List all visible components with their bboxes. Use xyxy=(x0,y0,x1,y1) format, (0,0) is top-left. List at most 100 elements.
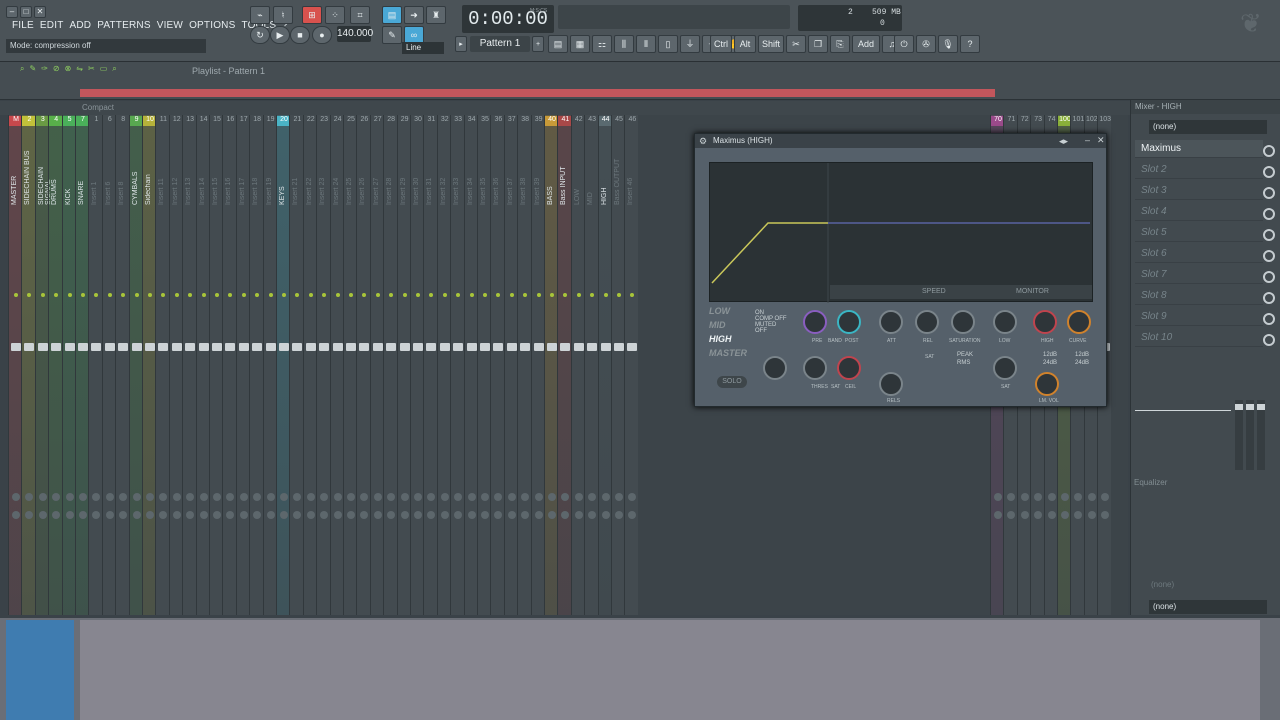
track-pan-knob[interactable] xyxy=(1061,511,1069,519)
track-enable-led[interactable] xyxy=(14,293,18,297)
track-pan-knob[interactable] xyxy=(574,493,583,501)
track-pan-knob[interactable] xyxy=(333,493,342,501)
playlist-icon[interactable]: ▤ xyxy=(548,35,568,53)
microphone-icon[interactable]: 🎙 xyxy=(938,35,958,53)
track-pan-knob[interactable] xyxy=(146,493,154,501)
track-pan-knob[interactable] xyxy=(1087,493,1096,501)
mixer-track[interactable]: 33 Insert 33 xyxy=(450,115,465,615)
draw-tool-icon[interactable]: ✎ xyxy=(382,26,402,44)
track-enable-led[interactable] xyxy=(375,293,380,297)
track-enable-led[interactable] xyxy=(148,293,152,297)
attack-knob[interactable] xyxy=(879,310,903,334)
track-volume-fader[interactable] xyxy=(91,343,102,351)
mixer-track[interactable]: 19 Insert 19 xyxy=(262,115,277,615)
track-enable-led[interactable] xyxy=(389,293,394,297)
track-enable-led[interactable] xyxy=(416,293,420,297)
track-pan-knob[interactable] xyxy=(1007,493,1016,501)
band-low[interactable]: LOW xyxy=(709,306,749,320)
speed-label[interactable]: SPEED xyxy=(922,288,946,295)
slot-5-mix-knob[interactable] xyxy=(1263,229,1275,241)
track-volume-fader[interactable] xyxy=(64,343,75,351)
track-volume-fader[interactable] xyxy=(426,343,437,351)
track-pan-knob[interactable] xyxy=(280,511,288,519)
mixer-track[interactable]: 45 Bass OUTPUT xyxy=(611,115,625,615)
track-volume-fader[interactable] xyxy=(560,343,571,351)
pattern-song-icon[interactable]: ⌁ xyxy=(250,6,270,24)
input-selector[interactable]: (none) xyxy=(1149,120,1267,134)
track-pan-knob[interactable] xyxy=(52,511,61,519)
high-knob[interactable] xyxy=(1033,310,1057,334)
track-pan-knob[interactable] xyxy=(199,511,208,519)
track-pan-knob[interactable] xyxy=(467,493,476,501)
mixer-track[interactable]: 2 SIDECHAIN BUS xyxy=(21,115,37,615)
track-pan-knob[interactable] xyxy=(601,493,610,501)
send-fader-a[interactable] xyxy=(1235,400,1243,470)
mixer-track[interactable]: 16 Insert 16 xyxy=(222,115,237,615)
mixer-track[interactable]: 25 Insert 25 xyxy=(343,115,357,615)
track-pan-knob[interactable] xyxy=(400,493,409,501)
track-pan-knob[interactable] xyxy=(467,511,476,519)
track-pan-knob[interactable] xyxy=(320,511,329,519)
track-volume-fader[interactable] xyxy=(533,343,544,351)
track-pan-knob[interactable] xyxy=(454,511,463,519)
paste-icon[interactable]: ⎘ xyxy=(830,35,850,53)
mixer-track[interactable]: 36 Insert 36 xyxy=(490,115,505,615)
track-enable-led[interactable] xyxy=(241,293,246,297)
track-pan-knob[interactable] xyxy=(1034,493,1043,501)
mixer-track[interactable]: 30 Insert 30 xyxy=(410,115,424,615)
track-enable-led[interactable] xyxy=(617,293,621,297)
track-pan-knob[interactable] xyxy=(253,511,262,519)
slot-5[interactable]: Slot 5 xyxy=(1135,224,1275,242)
track-pan-knob[interactable] xyxy=(293,493,302,501)
track-pan-knob[interactable] xyxy=(521,511,530,519)
low-knob[interactable] xyxy=(993,310,1017,334)
track-pan-knob[interactable] xyxy=(628,493,637,501)
track-enable-led[interactable] xyxy=(362,293,367,297)
track-grid[interactable] xyxy=(80,620,1260,720)
slot-3[interactable]: Slot 3 xyxy=(1135,182,1275,200)
track-pan-knob[interactable] xyxy=(79,511,87,519)
track-pan-knob[interactable] xyxy=(213,493,221,501)
slot-1[interactable]: Maximus xyxy=(1135,140,1275,158)
mixer-track[interactable]: 6 Insert 6 xyxy=(101,115,116,615)
track-pan-knob[interactable] xyxy=(65,493,74,501)
mixer-track[interactable]: 40 BASS xyxy=(544,115,559,615)
track-pan-knob[interactable] xyxy=(65,511,74,519)
track-enable-led[interactable] xyxy=(429,293,434,297)
slot-3-mix-knob[interactable] xyxy=(1263,187,1275,199)
mixer-track[interactable]: 27 Insert 27 xyxy=(369,115,384,615)
track-pan-knob[interactable] xyxy=(400,511,409,519)
curve-knob[interactable] xyxy=(1067,310,1091,334)
track-volume-fader[interactable] xyxy=(238,343,249,351)
track-volume-fader[interactable] xyxy=(399,343,410,351)
menu-file[interactable]: FILE xyxy=(12,20,34,36)
track-enable-led[interactable] xyxy=(94,293,99,297)
mixer-track[interactable]: 32 Insert 32 xyxy=(436,115,451,615)
mixer-track[interactable]: 3SIDECHAIN SIGNAL xyxy=(34,115,52,615)
track-pan-knob[interactable] xyxy=(548,493,556,501)
mixer-track[interactable]: 10 Sidechain xyxy=(142,115,157,615)
track-volume-fader[interactable] xyxy=(614,343,624,351)
slot-1-mix-knob[interactable] xyxy=(1263,145,1275,157)
mixer-track[interactable]: 9 CYMBALS xyxy=(128,115,144,615)
playlist-slice-icon[interactable]: ✂ xyxy=(88,64,95,74)
track-enable-led[interactable] xyxy=(174,293,179,297)
track-pan-knob[interactable] xyxy=(440,493,449,501)
track-volume-fader[interactable] xyxy=(265,343,276,351)
playlist-slip-icon[interactable]: ⇋ xyxy=(76,64,83,74)
playlist-snap-icon[interactable]: ⌕ xyxy=(20,64,24,74)
record-icon[interactable]: ● xyxy=(312,26,332,44)
track-pan-knob[interactable] xyxy=(266,493,275,501)
track-enable-led[interactable] xyxy=(215,293,219,297)
track-pan-knob[interactable] xyxy=(1074,511,1083,519)
track-pan-knob[interactable] xyxy=(1020,511,1029,519)
track-pan-knob[interactable] xyxy=(360,511,369,519)
menu-add[interactable]: ADD xyxy=(70,20,92,36)
mixer-track[interactable]: 35 Insert 35 xyxy=(477,115,491,615)
browser-icon[interactable]: ▯ xyxy=(658,35,678,53)
piano-roll-icon[interactable]: ⚏ xyxy=(592,35,612,53)
track-enable-led[interactable] xyxy=(81,293,85,297)
track-pan-knob[interactable] xyxy=(373,511,382,519)
track-pan-knob[interactable] xyxy=(347,511,355,519)
track-pan-knob[interactable] xyxy=(1047,493,1056,501)
